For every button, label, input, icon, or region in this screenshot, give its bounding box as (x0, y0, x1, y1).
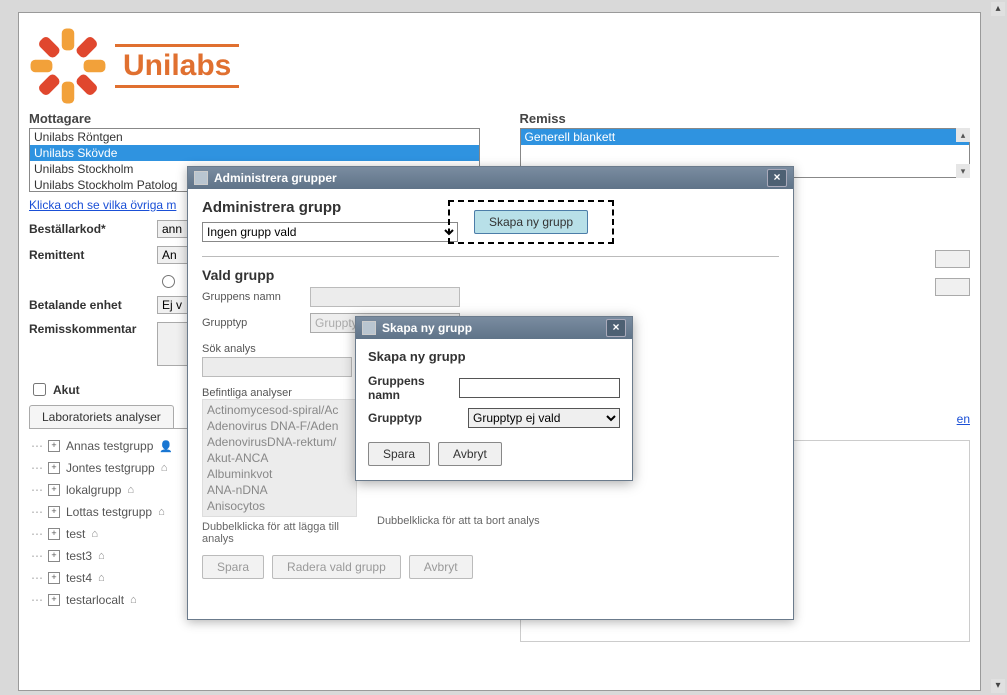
right-partial-link[interactable]: en (957, 412, 970, 426)
tree-expand-icon[interactable]: + (48, 440, 60, 452)
home-icon: ⌂ (161, 462, 168, 474)
analys-option[interactable]: Actinomycesod-spiral/Ac (207, 402, 352, 418)
tree-item-label: lokalgrupp (66, 483, 121, 497)
new-cancel-button[interactable]: Avbryt (438, 442, 502, 466)
hint-remove: Dubbelklicka för att ta bort analys (377, 515, 779, 527)
tree-expand-icon[interactable]: + (48, 506, 60, 518)
new-typ-label: Grupptyp (368, 411, 462, 425)
group-select[interactable]: Ingen grupp vald (202, 222, 458, 242)
remiss-option[interactable]: Generell blankett (521, 129, 970, 145)
betalande-label: Betalande enhet (29, 298, 149, 312)
logo-row: Unilabs (19, 13, 980, 111)
admin-dialog-title: Administrera grupper (214, 171, 767, 185)
dialog-title-icon (194, 171, 208, 185)
tree-item-label: test3 (66, 549, 92, 563)
admin-cancel-button: Avbryt (409, 555, 473, 579)
mottagare-label: Mottagare (29, 111, 480, 126)
analys-option[interactable]: ANA-nDNA (207, 482, 352, 498)
tree-item-label: testarlocalt (66, 593, 124, 607)
remiss-scroll-up[interactable]: ▴ (956, 128, 970, 142)
analys-option[interactable]: AdenovirusDNA-rektum/ (207, 434, 352, 450)
tree-item-label: test (66, 527, 85, 541)
gruppens-namn-input[interactable] (310, 287, 460, 307)
new-dialog-heading: Skapa ny grupp (368, 349, 620, 364)
new-dialog-title: Skapa ny grupp (382, 321, 606, 335)
akut-checkbox[interactable] (33, 383, 46, 396)
tree-expand-icon[interactable]: + (48, 550, 60, 562)
logo-mark-icon (29, 27, 107, 105)
logo-text: Unilabs (115, 44, 239, 88)
page-scroll-down[interactable]: ▾ (991, 679, 1005, 693)
tree-expand-icon[interactable]: + (48, 572, 60, 584)
create-group-dialog: Skapa ny grupp × Skapa ny grupp Gruppens… (355, 316, 633, 481)
tree-expand-icon[interactable]: + (48, 594, 60, 606)
home-icon: ⌂ (91, 528, 98, 540)
other-recipients-link[interactable]: Klicka och se vilka övriga m (29, 198, 176, 212)
new-dialog-close-icon[interactable]: × (606, 319, 626, 337)
mottagare-option[interactable]: Unilabs Röntgen (30, 129, 479, 145)
home-icon: ⌂ (127, 484, 134, 496)
gruppens-namn-label: Gruppens namn (202, 291, 302, 303)
new-namn-input[interactable] (459, 378, 620, 398)
tab-laboratoriets-analyser[interactable]: Laboratoriets analyser (29, 405, 174, 428)
remisskommentar-label: Remisskommentar (29, 322, 149, 336)
page-scroll-up[interactable]: ▴ (991, 2, 1005, 16)
home-icon: ⌂ (158, 506, 165, 518)
hint-add: Dubbelklicka för att lägga till analys (202, 521, 357, 545)
new-save-button[interactable]: Spara (368, 442, 430, 466)
home-icon: ⌂ (98, 572, 105, 584)
create-group-button[interactable]: Skapa ny grupp (474, 210, 588, 234)
tree-item-label: Annas testgrupp (66, 439, 153, 453)
analys-option[interactable]: Albuminkvot (207, 466, 352, 482)
admin-save-button: Spara (202, 555, 264, 579)
vald-grupp-heading: Vald grupp (202, 267, 779, 283)
right-input-1[interactable] (935, 250, 970, 268)
grupptyp-label: Grupptyp (202, 317, 302, 329)
remiss-label: Remiss (520, 111, 971, 126)
tree-item-label: test4 (66, 571, 92, 585)
remittent-radio[interactable] (162, 275, 175, 288)
tree-item-label: Jontes testgrupp (66, 461, 155, 475)
remittent-label: Remittent (29, 248, 149, 262)
tree-item-label: Lottas testgrupp (66, 505, 152, 519)
analys-option[interactable]: Anisocytos (207, 498, 352, 514)
analys-option[interactable]: Adenovirus DNA-F/Aden (207, 418, 352, 434)
available-analyses-listbox[interactable]: Actinomycesod-spiral/Ac Adenovirus DNA-F… (202, 399, 357, 517)
right-input-2[interactable] (935, 278, 970, 296)
bestallarkod-label: Beställarkod* (29, 222, 149, 236)
tree-expand-icon[interactable]: + (48, 462, 60, 474)
sok-analys-input[interactable] (202, 357, 352, 377)
new-typ-select[interactable]: Grupptyp ej vald (468, 408, 620, 428)
akut-label: Akut (53, 383, 80, 397)
analys-option[interactable]: B- Retikulocyter (207, 514, 352, 517)
tree-expand-icon[interactable]: + (48, 528, 60, 540)
new-namn-label: Gruppens namn (368, 374, 453, 402)
home-icon: ⌂ (98, 550, 105, 562)
analys-option[interactable]: Akut-ANCA (207, 450, 352, 466)
home-icon: ⌂ (130, 594, 137, 606)
remiss-scroll-down[interactable]: ▾ (956, 164, 970, 178)
person-icon: 👤 (159, 440, 173, 453)
mottagare-option[interactable]: Unilabs Skövde (30, 145, 479, 161)
admin-delete-button: Radera vald grupp (272, 555, 401, 579)
dialog-title-icon (362, 321, 376, 335)
tree-expand-icon[interactable]: + (48, 484, 60, 496)
admin-dialog-close-icon[interactable]: × (767, 169, 787, 187)
